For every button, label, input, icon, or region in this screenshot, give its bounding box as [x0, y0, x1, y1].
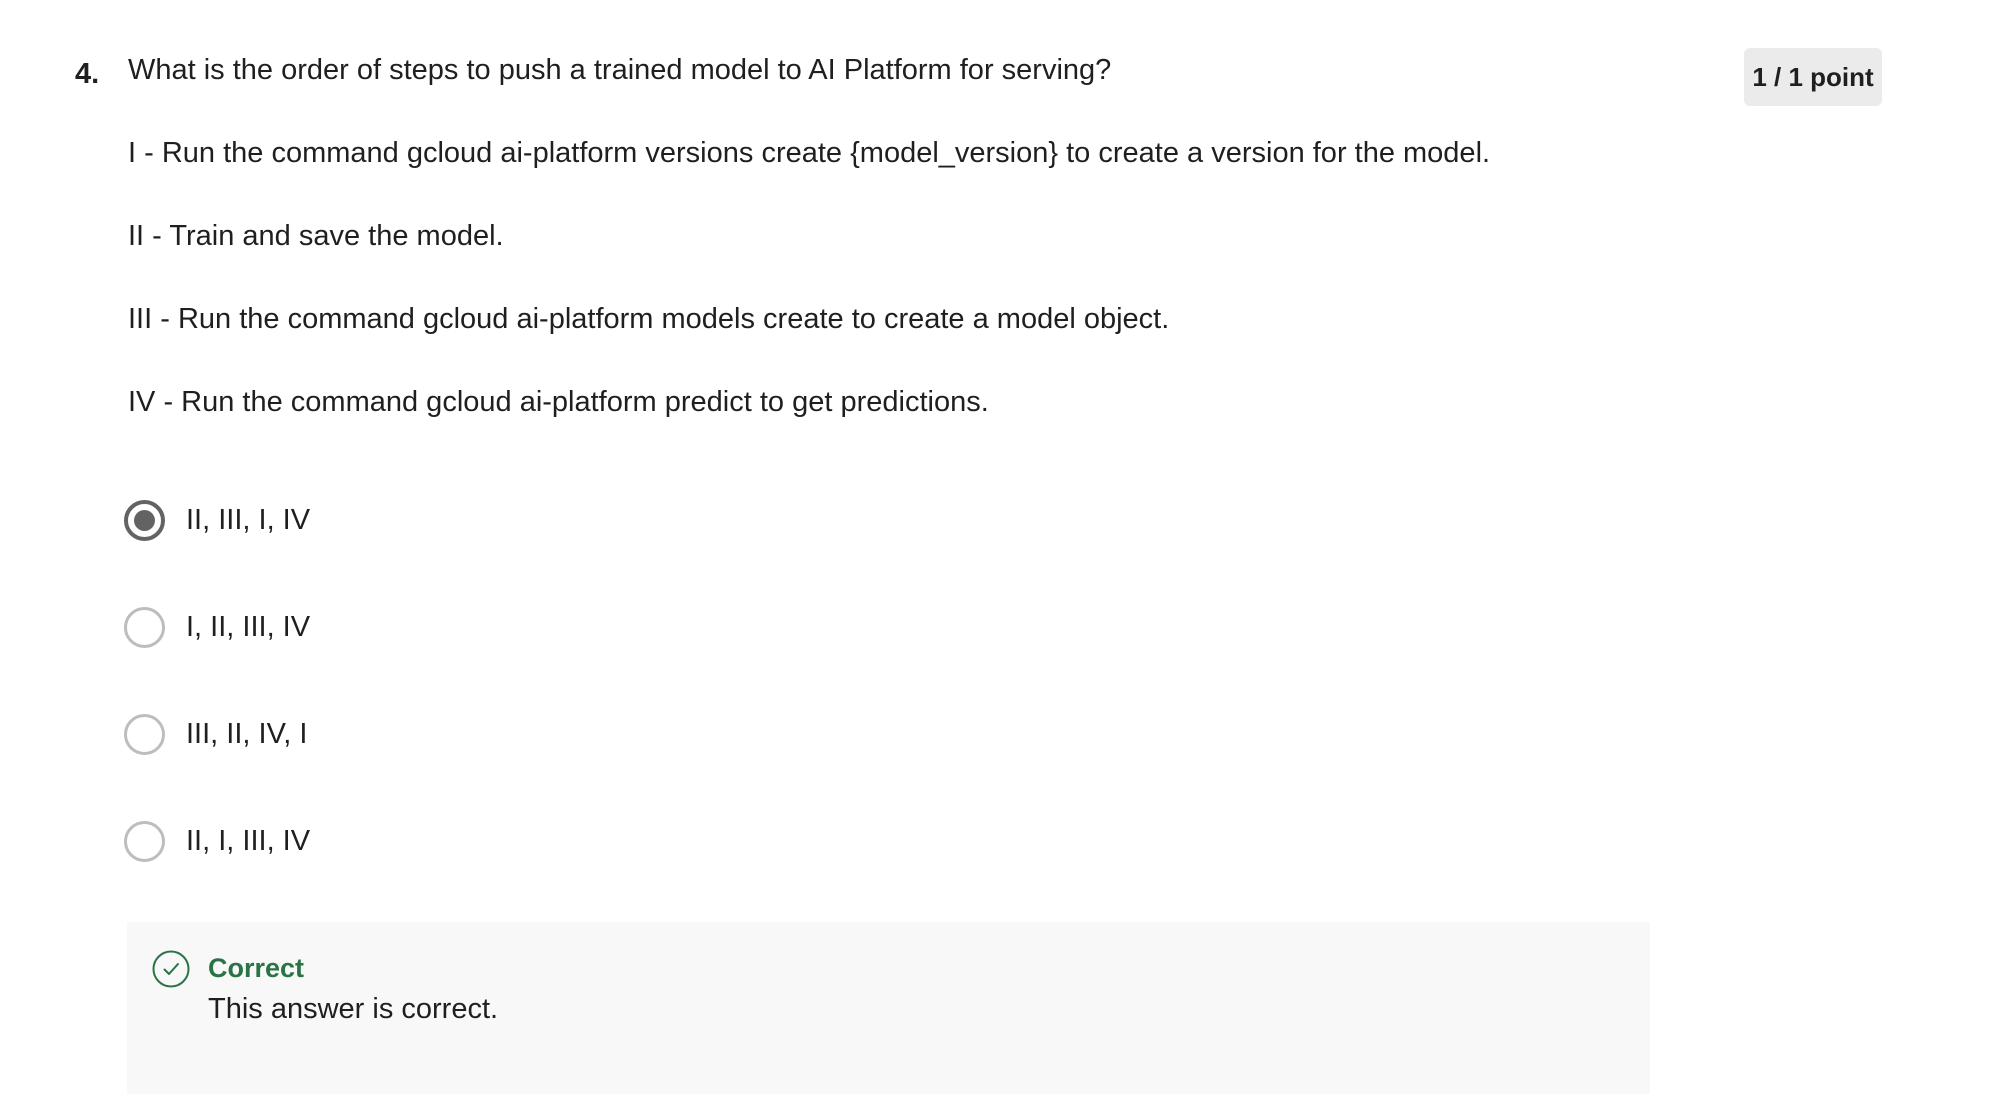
feedback-text: This answer is correct.	[208, 993, 499, 1025]
step-3: III - Run the command gcloud ai-platform…	[128, 303, 1170, 335]
radio-dot	[134, 509, 155, 531]
step-2: II - Train and save the model.	[128, 220, 504, 252]
option-label: II, I, III, IV	[186, 825, 311, 857]
radio-button[interactable]	[124, 606, 165, 648]
option-label: III, II, IV, I	[186, 718, 308, 750]
step-4: IV - Run the command gcloud ai-platform …	[128, 386, 989, 418]
points-badge: 1 / 1 point	[1744, 48, 1882, 106]
answer-option-4[interactable]: II, I, III, IV	[124, 819, 310, 863]
feedback-title: Correct	[208, 953, 305, 983]
step-1: I - Run the command gcloud ai-platform v…	[128, 137, 1491, 169]
question-text: What is the order of steps to push a tra…	[128, 54, 1112, 86]
radio-button[interactable]	[124, 820, 165, 862]
answer-option-2[interactable]: I, II, III, IV	[124, 605, 310, 649]
radio-button[interactable]	[124, 713, 165, 755]
answer-option-1[interactable]: II, III, I, IV	[124, 498, 310, 542]
radio-button-selected[interactable]	[124, 499, 165, 541]
option-label: I, II, III, IV	[186, 611, 311, 643]
check-circle-icon	[152, 950, 190, 988]
feedback-panel: Correct This answer is correct.	[127, 922, 1650, 1094]
answer-option-3[interactable]: III, II, IV, I	[124, 712, 307, 756]
question-number: 4.	[75, 58, 100, 90]
option-label: II, III, I, IV	[186, 504, 311, 536]
